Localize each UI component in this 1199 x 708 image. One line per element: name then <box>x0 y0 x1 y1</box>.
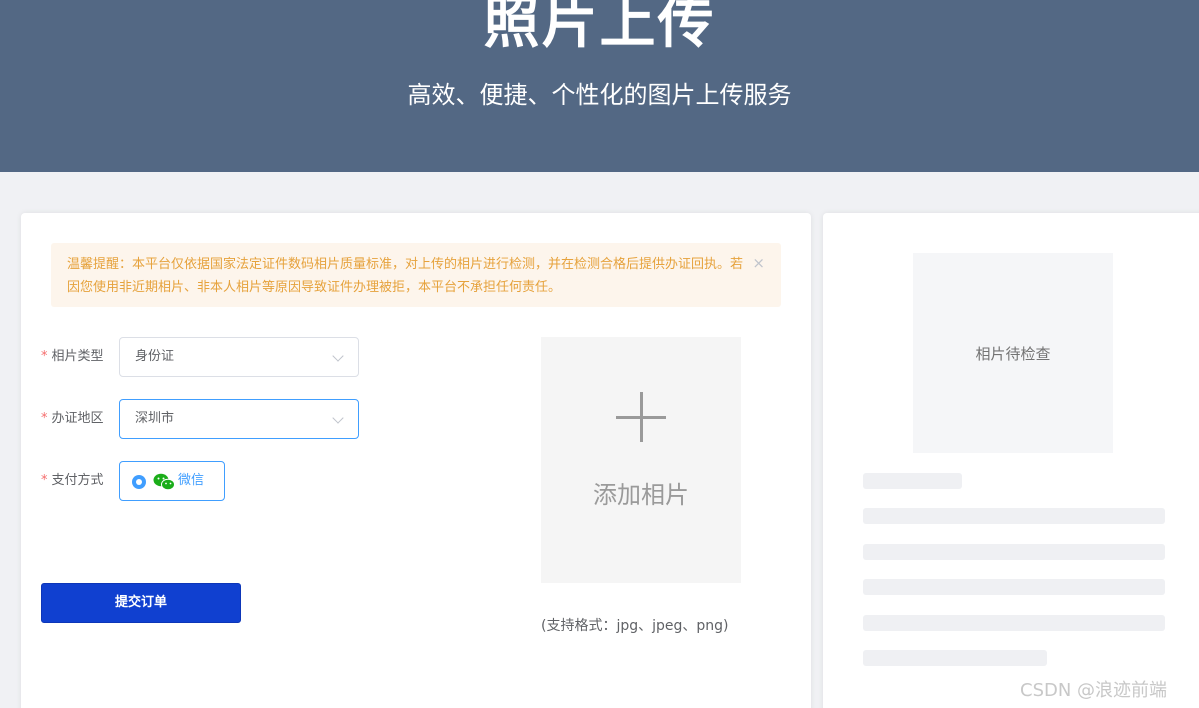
page-subtitle: 高效、便捷、个性化的图片上传服务 <box>407 81 792 109</box>
required-mark: * <box>41 349 48 364</box>
photo-preview: 相片待检查 <box>913 253 1113 453</box>
photo-type-label-text: 相片类型 <box>51 349 104 364</box>
payment-label-text: 支付方式 <box>51 473 104 488</box>
preview-placeholder: 相片待检查 <box>975 345 1051 363</box>
notice-text: 温馨提醒：本平台仅依据国家法定证件数码相片质量标准，对上传的相片进行检测，并在检… <box>67 257 744 295</box>
watermark: CSDN @浪迹前端 <box>1020 680 1168 701</box>
photo-type-value: 身份证 <box>135 349 175 364</box>
close-icon[interactable]: × <box>752 253 765 273</box>
chevron-down-icon <box>332 412 344 424</box>
skeleton-line <box>863 650 1047 666</box>
plus-icon <box>616 392 666 442</box>
wechat-icon <box>153 473 175 491</box>
region-label-text: 办证地区 <box>51 411 104 426</box>
region-label: * 办证地区 <box>41 399 119 439</box>
radio-selected-indicator <box>132 475 146 489</box>
region-value: 深圳市 <box>135 411 175 426</box>
upload-form-card: 温馨提醒：本平台仅依据国家法定证件数码相片质量标准，对上传的相片进行检测，并在检… <box>21 213 811 708</box>
photo-type-label: * 相片类型 <box>41 337 119 377</box>
submit-order-button[interactable]: 提交订单 <box>41 583 241 623</box>
required-mark: * <box>41 473 48 488</box>
add-photo-label: 添加相片 <box>593 481 689 509</box>
region-select[interactable]: 深圳市 <box>119 399 359 439</box>
page-title: 照片上传 <box>483 0 716 56</box>
skeleton-line <box>863 579 1165 595</box>
skeleton-line <box>863 473 962 489</box>
payment-wechat-radio[interactable]: 微信 <box>119 461 225 501</box>
format-hint: (支持格式：jpg、jpeg、png) <box>541 618 729 634</box>
skeleton-line <box>863 544 1165 560</box>
notice-alert: 温馨提醒：本平台仅依据国家法定证件数码相片质量标准，对上传的相片进行检测，并在检… <box>51 243 781 307</box>
payment-wechat-label: 微信 <box>178 473 205 488</box>
required-mark: * <box>41 411 48 426</box>
preview-card: 相片待检查 <box>823 213 1199 708</box>
chevron-down-icon <box>332 350 344 362</box>
payment-label: * 支付方式 <box>41 461 119 501</box>
add-photo-upload[interactable]: 添加相片 <box>541 337 741 583</box>
page-header: 照片上传 高效、便捷、个性化的图片上传服务 <box>0 0 1199 172</box>
skeleton-line <box>863 508 1165 524</box>
photo-type-select[interactable]: 身份证 <box>119 337 359 377</box>
skeleton-line <box>863 615 1165 631</box>
